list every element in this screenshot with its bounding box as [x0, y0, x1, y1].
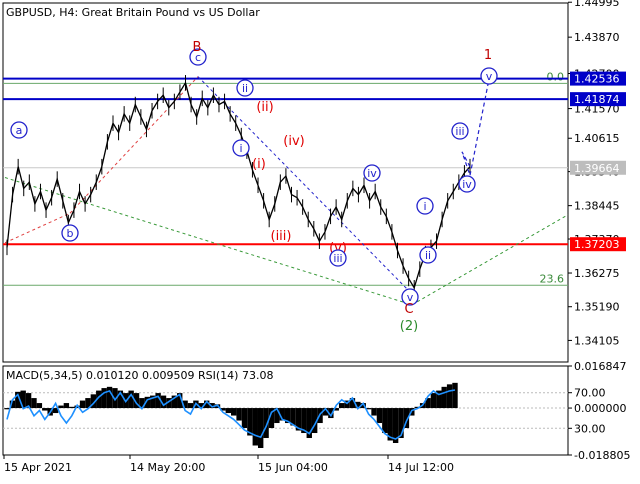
macd-histogram-bar [446, 384, 453, 409]
price-tick-label: 1.38445 [574, 200, 620, 213]
time-tick-label: 14 Jul 12:00 [388, 461, 454, 474]
wave-label: C [404, 302, 413, 317]
price-tick-label: 1.36275 [574, 267, 620, 280]
wave-label: iii [333, 252, 342, 265]
wave-label: iv [462, 178, 472, 191]
macd-histogram-bar [441, 386, 447, 409]
macd-histogram-bar [42, 408, 48, 411]
macd-histogram-bar [31, 398, 37, 409]
wave-label: i [239, 142, 242, 155]
macd-histogram-bar [338, 403, 345, 409]
wave-label: ii [425, 249, 431, 262]
macd-histogram-bar [69, 406, 75, 409]
price-tick-label: 1.34105 [574, 334, 620, 347]
fib-level-label: 0.0 [547, 70, 565, 83]
gbpusd-chart: 1.449951.438701.427001.415701.406151.395… [2, 0, 630, 474]
wave-label: (2) [400, 319, 418, 334]
macd-histogram-bar [101, 388, 107, 409]
wave-label: iii [455, 125, 464, 138]
wave-label: v [486, 70, 493, 83]
macd-histogram-bar [257, 408, 264, 448]
time-tick-label: 15 Jun 04:00 [258, 461, 328, 474]
wave-label: B [193, 40, 202, 55]
price-tick-label: 1.43870 [574, 31, 620, 44]
wave-label: (ii) [256, 100, 273, 115]
price-level-box-label: 1.42536 [574, 73, 620, 86]
macd-histogram-bar [382, 408, 388, 434]
macd-histogram-bar [231, 408, 237, 416]
wave-label: (iv) [283, 134, 304, 149]
price-tick-label: 1.40615 [574, 132, 620, 145]
wave-label: a [16, 124, 23, 137]
indicator-tick-label: 70.00 [574, 387, 606, 400]
macd-histogram-bar [79, 400, 86, 409]
macd-histogram-bar [430, 393, 437, 409]
wave-label: (iii) [271, 229, 292, 244]
price-tick-label: 1.44995 [574, 0, 620, 9]
price-level-box-label: 1.41874 [574, 93, 620, 106]
wave-label: b [67, 227, 74, 240]
macd-histogram-bar [58, 405, 64, 409]
macd-histogram-bar [241, 408, 248, 429]
macd-histogram-bar [63, 403, 70, 409]
wave-label: iv [367, 167, 377, 180]
macd-histogram-bar [4, 408, 10, 410]
wave-label: 1 [484, 48, 492, 63]
indicator-title: MACD(5,34,5) 0.010120 0.009509 RSI(14) 7… [6, 369, 273, 382]
indicator-tick-label: 30.00 [574, 422, 606, 435]
wave-label: (i) [252, 157, 266, 172]
macd-histogram-bar [452, 382, 458, 409]
price-tick-label: 1.35190 [574, 301, 620, 314]
wave-label: ii [242, 82, 248, 95]
macd-histogram-bar [236, 408, 242, 421]
chart-root: 1.449951.438701.427001.415701.406151.395… [0, 0, 640, 480]
macd-histogram-bar [371, 408, 377, 416]
macd-histogram-bar [187, 403, 194, 409]
wave-label: i [423, 200, 426, 213]
macd-histogram-bar [106, 386, 113, 409]
macd-histogram-bar [252, 408, 258, 446]
price-level-box-label: 1.37203 [574, 238, 620, 251]
chart-symbol: GBPUSD, H4: Great Britain Pound vs US Do… [6, 6, 260, 19]
fib-level-label: 23.6 [540, 272, 565, 285]
macd-histogram-bar [376, 408, 383, 424]
time-tick-label: 14 May 20:00 [130, 461, 205, 474]
indicator-tick-label: 0.016847 [574, 360, 627, 373]
indicator-tick-label: 0.000000 [574, 402, 627, 415]
time-tick-label: 15 Apr 2021 [4, 461, 72, 474]
macd-histogram-bar [225, 408, 231, 414]
indicator-tick-label: -0.018805 [574, 449, 630, 462]
macd-histogram-bar [36, 403, 43, 409]
price-level-box-label: 1.39664 [574, 162, 620, 175]
